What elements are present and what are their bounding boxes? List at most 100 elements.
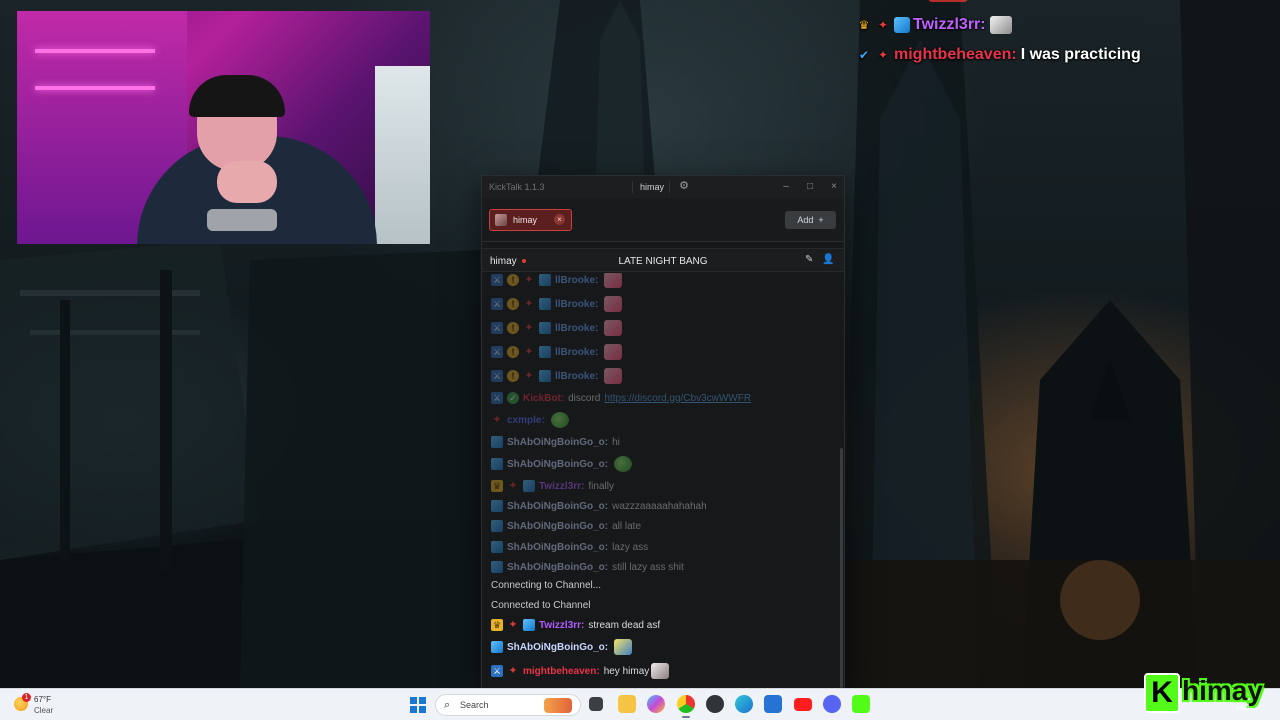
weather-description: Clear: [34, 706, 54, 715]
cube-badge-icon: [491, 541, 503, 553]
cube-badge-icon: [523, 619, 535, 631]
channel-tab-bar: himay × Add +: [482, 198, 844, 242]
chat-text: discord: [568, 392, 601, 404]
pin-icon[interactable]: ✎: [805, 254, 813, 265]
subscriber-badge-icon: ✦: [524, 370, 534, 382]
microsoft-store-icon[interactable]: [764, 695, 782, 713]
chat-message[interactable]: ♛ ✦ Twizzl3rr: finally: [491, 477, 614, 495]
chat-message[interactable]: ⚔ ✓ KickBot: discord https://discord.gg/Cbv3…: [491, 389, 751, 407]
chat-username[interactable]: llBrooke:: [555, 323, 598, 334]
search-label: Search: [460, 700, 489, 710]
chat-username[interactable]: ShAbOiNgBoinGo_o:: [507, 437, 608, 448]
active-app-indicator: [682, 716, 690, 718]
chat-username[interactable]: KickBot:: [523, 393, 564, 404]
system-status-message: Connected to Channel: [491, 599, 591, 611]
channel-header: LATE NIGHT BANG himay ✎ 👤: [482, 248, 844, 272]
chat-username[interactable]: Twizzl3rr:: [539, 481, 584, 492]
tab-label: himay: [513, 215, 538, 225]
chat-message-list[interactable]: ⚔! ✦ llBrooke: ⚔! ✦ llBrooke: ⚔! ✦ llBrooke: ⚔! ✦ l…: [482, 273, 844, 688]
chat-message[interactable]: ⚔! ✦ llBrooke:: [491, 319, 623, 337]
chat-message[interactable]: ⚔! ✦ llBrooke:: [491, 343, 623, 361]
chat-message[interactable]: ⚔! ✦ llBrooke:: [491, 295, 623, 313]
chat-scrollbar[interactable]: [840, 448, 843, 688]
chat-message[interactable]: ShAbOiNgBoinGo_o: hi: [491, 433, 620, 451]
chat-message[interactable]: ShAbOiNgBoinGo_o: wazzzaaaaahahahah: [491, 497, 707, 515]
chat-message[interactable]: ⚔ ✦ mightbeheaven: hey himay: [491, 662, 670, 680]
overlay-chat-line: ♛ ✦ Twizzl3rr:: [856, 14, 1266, 36]
subscriber-badge-icon: ✦: [508, 619, 518, 631]
maximize-button[interactable]: □: [803, 180, 817, 194]
close-window-button[interactable]: ×: [827, 180, 841, 194]
chat-message[interactable]: ShAbOiNgBoinGo_o:: [491, 638, 633, 656]
chat-link[interactable]: https://discord.gg/Cbv3cwWWFR: [604, 393, 751, 404]
moderator-badge-icon: ⚔: [491, 346, 503, 358]
chat-username[interactable]: llBrooke:: [555, 275, 598, 286]
discord-icon[interactable]: [823, 695, 841, 713]
titlebar-divider: [669, 181, 670, 193]
chat-text: still lazy ass shit: [612, 561, 684, 573]
chat-username[interactable]: llBrooke:: [555, 347, 598, 358]
chat-username[interactable]: Twizzl3rr:: [539, 620, 584, 631]
edge-icon[interactable]: [735, 695, 753, 713]
close-tab-icon[interactable]: ×: [554, 214, 565, 225]
weather-widget[interactable]: 1 67°F Clear: [14, 693, 74, 717]
chat-message[interactable]: ShAbOiNgBoinGo_o:: [491, 455, 633, 473]
obs-icon[interactable]: [706, 695, 724, 713]
og-badge-icon: !: [507, 274, 519, 286]
cube-badge-icon: [894, 17, 910, 33]
chat-username[interactable]: ShAbOiNgBoinGo_o:: [507, 562, 608, 573]
file-explorer-icon[interactable]: [618, 695, 636, 713]
chat-username[interactable]: llBrooke:: [555, 371, 598, 382]
add-channel-button[interactable]: Add +: [785, 211, 836, 229]
cube-badge-icon: [491, 641, 503, 653]
windows-start-icon[interactable]: [410, 697, 426, 713]
chat-message[interactable]: ShAbOiNgBoinGo_o: lazy ass: [491, 538, 648, 556]
chat-username[interactable]: ShAbOiNgBoinGo_o:: [507, 501, 608, 512]
overlay-emote: [989, 16, 1012, 34]
chat-username[interactable]: ShAbOiNgBoinGo_o:: [507, 542, 608, 553]
chat-username[interactable]: ShAbOiNgBoinGo_o:: [507, 642, 608, 653]
chat-message[interactable]: ♛ ✦ Twizzl3rr: stream dead asf: [491, 616, 660, 634]
brand-channel-name: himay: [1182, 675, 1263, 706]
channel-name[interactable]: himay: [490, 256, 517, 267]
chat-username[interactable]: ShAbOiNgBoinGo_o:: [507, 521, 608, 532]
chat-username[interactable]: ShAbOiNgBoinGo_o:: [507, 459, 608, 470]
chat-message[interactable]: ⚔! ✦ llBrooke:: [491, 367, 623, 385]
og-badge-icon: !: [507, 370, 519, 382]
chat-message[interactable]: ShAbOiNgBoinGo_o: all late: [491, 517, 641, 535]
minimize-button[interactable]: –: [779, 180, 793, 194]
taskbar-search-box[interactable]: ⌕ Search: [435, 694, 581, 716]
chat-emote: [604, 273, 623, 288]
tab-himay[interactable]: himay ×: [489, 209, 572, 231]
chat-message[interactable]: ShAbOiNgBoinGo_o: still lazy ass shit: [491, 558, 684, 576]
subscriber-badge-icon: ✦: [524, 274, 534, 286]
window-titlebar[interactable]: KickTalk 1.1.3 himay ⚙ – □ ×: [482, 176, 844, 198]
weather-temperature: 67°F: [34, 695, 51, 704]
chat-message[interactable]: ✦ cxmple:: [491, 411, 569, 429]
cube-badge-icon: [491, 458, 503, 470]
brand-date: 5/2/2: [1236, 706, 1250, 712]
chat-username[interactable]: mightbeheaven:: [523, 666, 600, 677]
users-icon[interactable]: 👤: [822, 254, 834, 265]
settings-gear-icon[interactable]: ⚙: [677, 179, 691, 193]
moderator-badge-icon: ⚔: [491, 322, 503, 334]
chat-emote: [614, 456, 633, 472]
kick-app-icon[interactable]: [852, 695, 870, 713]
youtube-icon[interactable]: [794, 698, 812, 711]
cube-badge-icon: [491, 561, 503, 573]
chat-message[interactable]: ⚔! ✦ llBrooke:: [491, 273, 623, 289]
chat-username[interactable]: llBrooke:: [555, 299, 598, 310]
current-user[interactable]: himay: [640, 182, 664, 192]
subscriber-badge-icon: ✦: [508, 480, 518, 492]
chat-text: hey himay: [603, 665, 650, 677]
cube-badge-icon: [539, 298, 551, 310]
overlay-message: I was practicing: [1020, 46, 1141, 63]
subscriber-badge-icon: ✦: [524, 322, 534, 334]
task-view-icon[interactable]: [589, 697, 603, 711]
chrome-icon[interactable]: [677, 695, 695, 713]
cube-badge-icon: [523, 480, 535, 492]
cube-badge-icon: [539, 274, 551, 286]
chat-username[interactable]: cxmple:: [507, 415, 545, 426]
notification-badge: 1: [22, 693, 31, 702]
copilot-icon[interactable]: [647, 695, 665, 713]
